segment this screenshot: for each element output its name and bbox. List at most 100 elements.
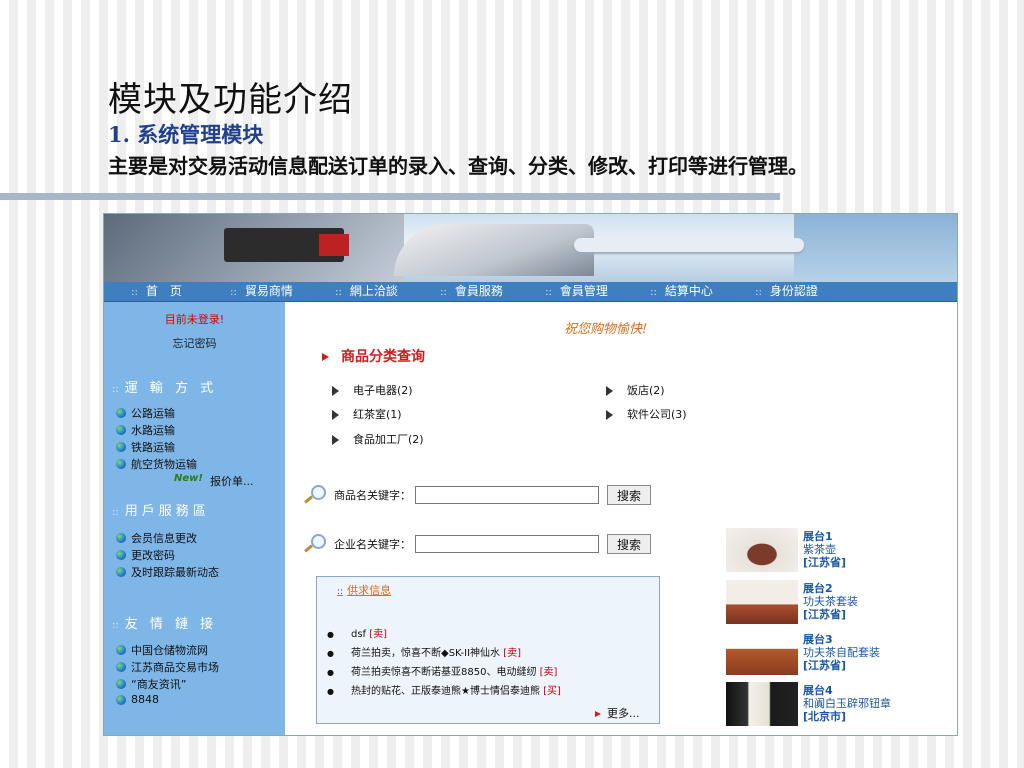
red-arrow-icon	[595, 711, 601, 717]
tea-tray-thumbnail[interactable]	[726, 631, 798, 675]
magnifier-icon	[304, 534, 328, 554]
showcase-region: [江苏省]	[803, 608, 847, 621]
supply-panel-title[interactable]: :: 供求信息	[337, 582, 391, 598]
category-section-title: 商品分类查询	[322, 346, 425, 366]
triangle-icon	[606, 410, 613, 420]
supply-item[interactable]: ● dsf [卖]	[327, 625, 387, 640]
globe-icon	[116, 533, 126, 543]
nav-label: 網上洽談	[349, 284, 398, 298]
nav-label: 會員服務	[454, 284, 503, 298]
transport-heading: :: 運 輸 方 式	[112, 381, 218, 396]
category-electronics[interactable]: 电子电器(2)	[332, 382, 413, 398]
globe-icon	[116, 567, 126, 577]
supply-item[interactable]: ● 热封的贴花、正版泰迪熊★博士情侣泰迪熊 [买]	[327, 682, 561, 697]
nav-online-negotiation[interactable]: :: 網上洽談	[314, 282, 419, 301]
supply-item[interactable]: ● 荷兰拍卖，惊喜不断◆SK-II神仙水 [卖]	[327, 644, 521, 659]
sidebar-link-warehouse[interactable]: 中国仓储物流网	[116, 642, 208, 658]
company-search-row: 企业名关键字： 搜索	[304, 532, 651, 556]
heading-dots-icon: ::	[337, 587, 344, 597]
jade-seal-thumbnail[interactable]	[726, 682, 798, 726]
login-status: 目前未登录!	[164, 313, 225, 326]
forgot-password-link[interactable]: 忘记密码	[104, 335, 285, 351]
user-services-heading: :: 用戶服務區	[112, 504, 210, 519]
magnifier-icon	[304, 485, 328, 505]
links-heading: :: 友 情 鏈 接	[112, 617, 218, 632]
category-software-company[interactable]: 软件公司(3)	[606, 406, 687, 422]
banner-sky-image	[794, 214, 957, 282]
main-nav: :: 首 页 :: 貿易商情 :: 網上洽談 :: 會員服務 :: 會員管理 :: 結算中心…	[104, 282, 957, 302]
company-search-input[interactable]	[415, 535, 599, 553]
nav-label: 會員管理	[559, 284, 608, 298]
nav-label: 身份認證	[769, 284, 818, 298]
nav-dots-icon: ::	[440, 287, 447, 298]
banner-truck-image	[224, 228, 349, 262]
sidebar: 目前未登录! 忘记密码 :: 運 輸 方 式 公路运输 水路运输 铁路运输 航空货…	[104, 302, 285, 735]
slide-subtitle: 1. 系统管理模块	[108, 122, 264, 147]
product-search-label: 商品名关键字：	[334, 489, 411, 502]
showcase-item-1[interactable]: 展台1 紫茶壶 [江苏省]	[726, 528, 956, 574]
showcase-region: [江苏省]	[803, 659, 847, 672]
category-restaurant[interactable]: 饭店(2)	[606, 382, 665, 398]
quote-link[interactable]: 报价单...	[210, 473, 254, 489]
globe-icon	[116, 459, 126, 469]
banner-plane-image	[574, 238, 804, 252]
triangle-icon	[332, 410, 339, 420]
nav-home[interactable]: :: 首 页	[104, 282, 209, 301]
sidebar-link-8848[interactable]: 8848	[116, 693, 159, 706]
slide-description: 主要是对交易活动信息配送订单的录入、查询、分类、修改、打印等进行管理。	[108, 154, 808, 178]
nav-label: 貿易商情	[244, 284, 293, 298]
supply-demand-panel: :: 供求信息 ● dsf [卖] ● 荷兰拍卖，惊喜不断◆SK-II神仙水 [卖] …	[316, 576, 660, 724]
globe-icon	[116, 679, 126, 689]
nav-settlement-center[interactable]: :: 結算中心	[629, 282, 734, 301]
welcome-message: 祝您购物愉快!	[564, 322, 648, 337]
header-banner	[104, 214, 957, 282]
nav-dots-icon: ::	[230, 287, 237, 298]
company-search-button[interactable]: 搜索	[607, 534, 651, 554]
new-badge: New!	[174, 473, 203, 484]
sidebar-item-air[interactable]: 航空货物运输	[116, 456, 197, 472]
nav-label: 首 页	[145, 284, 182, 298]
category-food-factory[interactable]: 食品加工厂(2)	[332, 431, 424, 447]
sidebar-item-member-info[interactable]: 会员信息更改	[116, 530, 197, 546]
supply-more-link[interactable]: 更多...	[595, 705, 640, 721]
globe-icon	[116, 442, 126, 452]
sidebar-item-tracking[interactable]: 及时跟踪最新动态	[116, 564, 219, 580]
tea-set-thumbnail[interactable]	[726, 580, 798, 624]
sidebar-link-business-news[interactable]: “商友资讯”	[116, 676, 186, 692]
sidebar-item-change-password[interactable]: 更改密码	[116, 547, 175, 563]
triangle-icon	[332, 435, 339, 445]
website-screenshot: :: 首 页 :: 貿易商情 :: 網上洽談 :: 會員服務 :: 會員管理 :: 結算中心…	[103, 213, 958, 736]
triangle-icon	[332, 386, 339, 396]
category-tea-room[interactable]: 红茶室(1)	[332, 406, 402, 422]
banner-train-image	[394, 224, 594, 276]
nav-member-services[interactable]: :: 會員服務	[419, 282, 524, 301]
sidebar-item-road[interactable]: 公路运输	[116, 405, 175, 421]
slide-title: 模块及功能介绍	[108, 80, 353, 120]
showcase-region: [北京市]	[803, 710, 847, 723]
showcase-region: [江苏省]	[803, 556, 847, 569]
nav-identity-verification[interactable]: :: 身份認證	[734, 282, 839, 301]
showcase-item-3[interactable]: 展台3 功夫茶自配套装 [江苏省]	[726, 631, 956, 677]
sidebar-item-water[interactable]: 水路运输	[116, 422, 175, 438]
product-search-input[interactable]	[415, 486, 599, 504]
showcase-item-2[interactable]: 展台2 功夫茶套装 [江苏省]	[726, 580, 956, 626]
teapot-thumbnail[interactable]	[726, 528, 798, 572]
nav-label: 結算中心	[664, 284, 713, 298]
nav-dots-icon: ::	[335, 287, 342, 298]
supply-item[interactable]: ● 荷兰拍卖惊喜不断诺基亚8850、电动缝纫 [卖]	[327, 663, 557, 678]
product-search-button[interactable]: 搜索	[607, 485, 651, 505]
globe-icon	[116, 550, 126, 560]
nav-trade-info[interactable]: :: 貿易商情	[209, 282, 314, 301]
sidebar-link-jiangsu-market[interactable]: 江苏商品交易市场	[116, 659, 219, 675]
nav-dots-icon: ::	[545, 287, 552, 298]
bullet-icon: ●	[327, 630, 334, 639]
showcase-item-4[interactable]: 展台4 和阗白玉辟邪钮章 [北京市]	[726, 682, 956, 728]
bullet-icon: ●	[327, 687, 334, 696]
sidebar-item-rail[interactable]: 铁路运输	[116, 439, 175, 455]
nav-dots-icon: ::	[755, 287, 762, 298]
globe-icon	[116, 408, 126, 418]
company-search-label: 企业名关键字：	[334, 538, 411, 551]
nav-member-management[interactable]: :: 會員管理	[524, 282, 629, 301]
slide-divider	[0, 193, 780, 200]
nav-dots-icon: ::	[650, 287, 657, 298]
